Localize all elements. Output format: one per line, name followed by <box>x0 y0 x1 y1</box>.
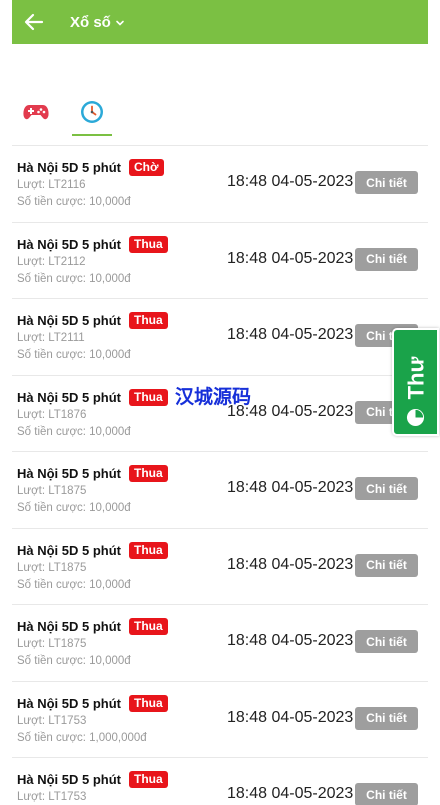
bet-amount: Số tiền cược: 1,000,000đ <box>17 731 147 744</box>
game-title: Hà Nội 5D 5 phút Thua <box>17 771 168 788</box>
round-id: Lượt: LT1875 <box>17 485 87 497</box>
tab-games[interactable] <box>16 88 56 136</box>
active-tab-indicator <box>72 134 112 136</box>
game-title: Hà Nội 5D 5 phút Thua <box>17 465 168 482</box>
game-name: Hà Nội 5D 5 phút <box>17 772 122 787</box>
bet-time: 18:48 04-05-2023 <box>227 173 354 190</box>
bet-time: 18:48 04-05-2023 <box>227 249 354 267</box>
status-badge: Thua <box>129 235 168 253</box>
round-id: Lượt: LT2116 <box>17 179 86 191</box>
bet-time: 18:48 04-05-2023 <box>227 785 354 802</box>
table-row: Hà Nội 5D 5 phút Thua Lượt: LT1875 Số tiền … <box>12 529 428 605</box>
detail-button[interactable]: Chi tiết <box>355 553 418 577</box>
bet-time: 18:48 04-05-2023 <box>227 708 354 726</box>
bet-amount: Số tiền cược: 10,000đ <box>17 349 131 361</box>
back-button[interactable] <box>12 0 56 44</box>
gamepad-icon <box>23 105 49 120</box>
bet-amount: Số tiền cược: 10,000đ <box>17 655 131 667</box>
game-name: Hà Nội 5D 5 phút <box>17 695 122 711</box>
bet-time: 18:48 04-05-2023 <box>227 555 354 573</box>
status-badge: Thua <box>129 465 168 482</box>
detail-button[interactable]: Chi tiết <box>355 706 418 730</box>
table-row: Hà Nội 5D 5 phút Thua Lượt: LT2112 Số tiền … <box>12 223 428 299</box>
round-id: Lượt: LT1753 <box>17 791 87 803</box>
clock-icon <box>81 101 103 123</box>
table-row: Hà Nội 5D 5 phút Thua Lượt: LT1753 Số tiền … <box>12 682 428 758</box>
bet-time: 18:48 04-05-2023 <box>227 632 354 649</box>
bet-amount: Số tiền cược: 10,000đ <box>17 272 131 285</box>
game-title: Hà Nội 5D 5 phút Thua <box>17 388 168 406</box>
status-badge: Thua <box>129 694 168 712</box>
game-title: Hà Nội 5D 5 phút Thua <box>17 312 168 329</box>
detail-button[interactable]: Chi tiết <box>355 477 418 500</box>
table-row: Hà Nội 5D 5 phút Thua Lượt: LT1875 Số tiền … <box>12 452 428 529</box>
status-badge: Thua <box>129 771 168 788</box>
game-title: Hà Nội 5D 5 phút Thua <box>17 694 168 712</box>
pie-chart-icon <box>406 408 425 427</box>
bet-amount: Số tiền cược: 10,000đ <box>17 425 131 438</box>
game-title: Hà Nội 5D 5 phút Thua <box>17 235 168 253</box>
round-id: Lượt: LT1875 <box>17 561 87 574</box>
page-title: Xổ số <box>70 13 111 31</box>
history-tabs <box>12 88 428 138</box>
app-header: Xổ số <box>12 0 428 44</box>
status-badge: Thua <box>129 618 168 635</box>
game-name: Hà Nội 5D 5 phút <box>17 160 122 175</box>
game-title: Hà Nội 5D 5 phút Thua <box>17 541 168 559</box>
game-name: Hà Nội 5D 5 phút <box>17 619 122 634</box>
table-row: Hà Nội 5D 5 phút Thua Lượt: LT1875 Số tiền … <box>12 605 428 682</box>
status-badge: Thua <box>129 541 168 559</box>
mail-side-button[interactable]: Thư <box>392 328 439 436</box>
lottery-dropdown[interactable]: Xổ số <box>70 14 125 31</box>
game-title: Hà Nội 5D 5 phút Chờ <box>17 159 164 176</box>
game-name: Hà Nội 5D 5 phút <box>17 389 122 405</box>
status-badge: Thua <box>129 388 168 406</box>
chevron-down-icon <box>116 20 124 26</box>
game-name: Hà Nội 5D 5 phút <box>17 466 122 481</box>
round-id: Lượt: LT1753 <box>17 714 87 727</box>
detail-button[interactable]: Chi tiết <box>355 630 418 653</box>
table-row: Hà Nội 5D 5 phút Thua Lượt: LT2111 Số tiền … <box>12 299 428 376</box>
game-name: Hà Nội 5D 5 phút <box>17 542 122 558</box>
status-badge: Chờ <box>129 159 164 176</box>
round-id: Lượt: LT1875 <box>17 638 87 650</box>
round-id: Lượt: LT1876 <box>17 408 87 421</box>
game-name: Hà Nội 5D 5 phút <box>17 236 122 252</box>
bet-time: 18:48 04-05-2023 <box>227 479 354 496</box>
watermark-text: 汉城源码 <box>175 386 252 408</box>
bet-amount: Số tiền cược: 10,000đ <box>17 578 131 591</box>
table-row: Hà Nội 5D 5 phút Thua Lượt: LT1753 18:48 04… <box>12 758 428 805</box>
arrow-left-icon <box>24 13 44 31</box>
detail-button[interactable]: Chi tiết <box>355 247 418 271</box>
detail-button[interactable]: Chi tiết <box>355 783 418 805</box>
bet-history-list: Hà Nội 5D 5 phút Chờ Lượt: LT2116 Số tiền c… <box>12 145 428 805</box>
detail-button[interactable]: Chi tiết <box>355 171 418 194</box>
game-name: Hà Nội 5D 5 phút <box>17 313 122 328</box>
bet-amount: Số tiền cược: 10,000đ <box>17 502 131 514</box>
bet-time: 18:48 04-05-2023 <box>227 326 354 343</box>
status-badge: Thua <box>129 312 168 329</box>
bet-amount: Số tiền cược: 10,000đ <box>17 196 131 208</box>
game-title: Hà Nội 5D 5 phút Thua <box>17 618 168 635</box>
table-row: Hà Nội 5D 5 phút Chờ Lượt: LT2116 Số tiền c… <box>12 146 428 223</box>
side-tab-label: Thư <box>403 356 428 400</box>
round-id: Lượt: LT2112 <box>17 255 86 268</box>
tab-history[interactable] <box>72 88 112 136</box>
round-id: Lượt: LT2111 <box>17 332 85 344</box>
